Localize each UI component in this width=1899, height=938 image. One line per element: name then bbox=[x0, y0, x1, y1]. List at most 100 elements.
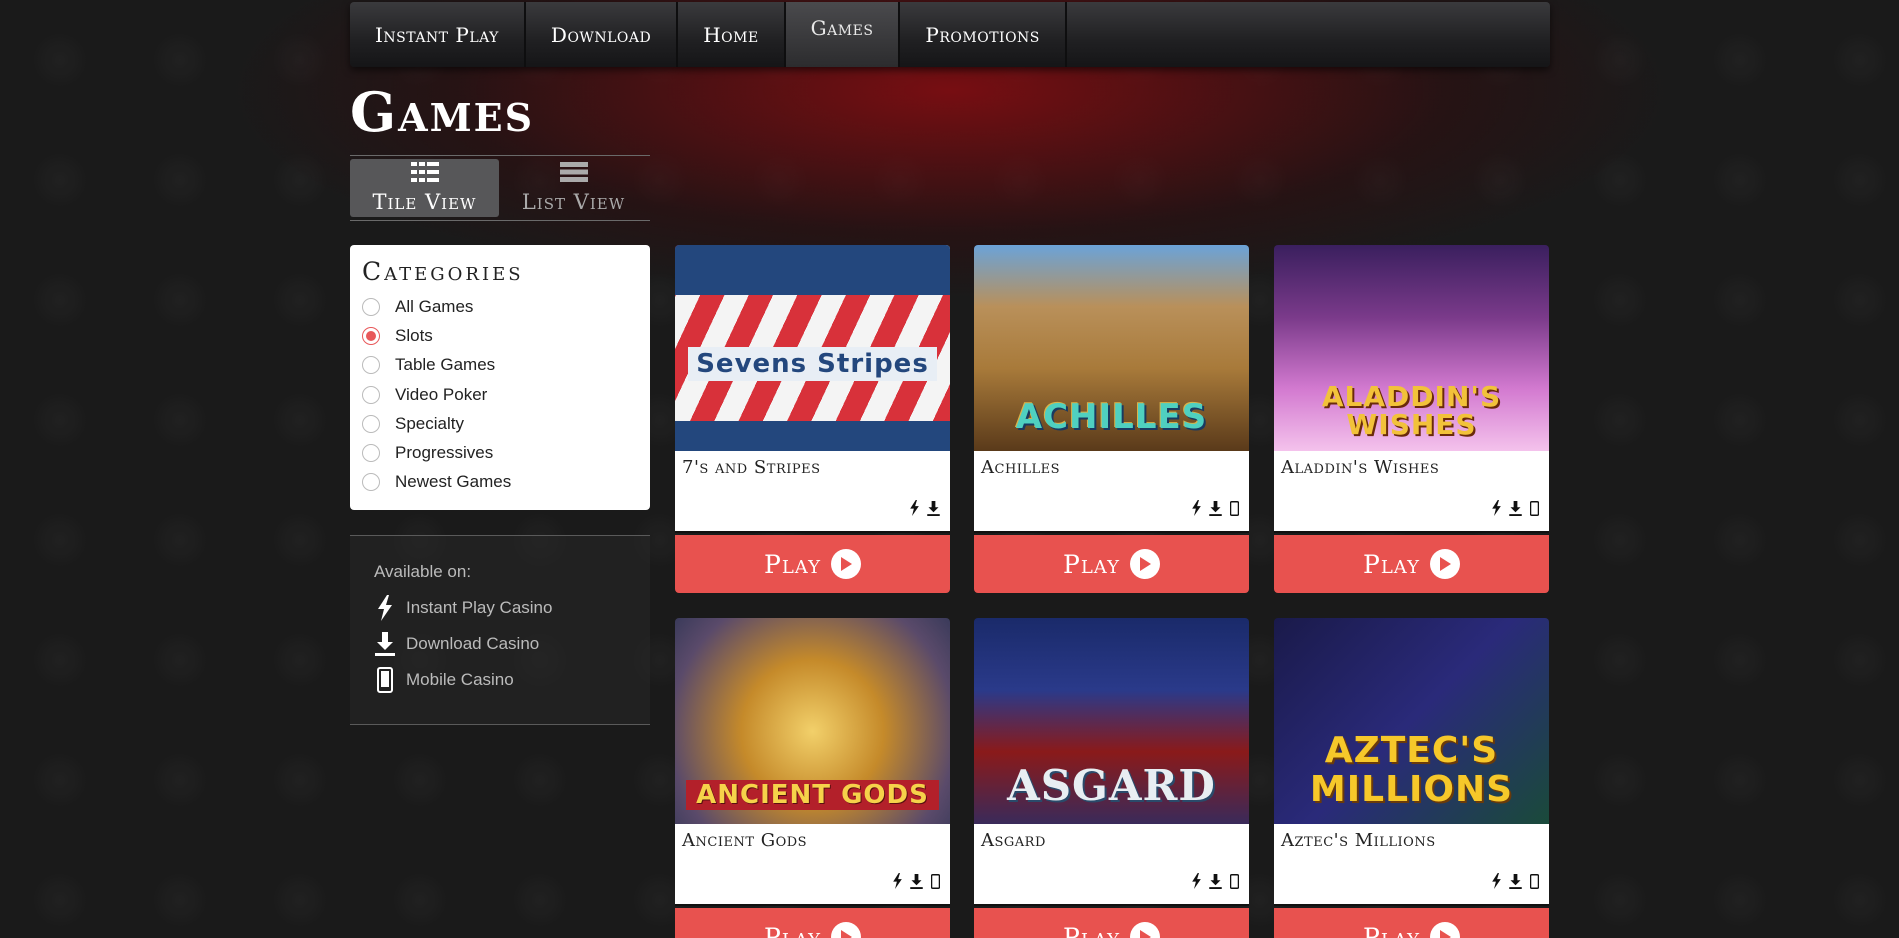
play-button[interactable]: Play bbox=[1274, 908, 1549, 938]
game-name: Ancient Gods bbox=[682, 830, 808, 851]
grid-icon bbox=[410, 162, 439, 187]
play-icon bbox=[1429, 922, 1460, 938]
download-icon bbox=[910, 873, 923, 894]
category-label: Table Games bbox=[395, 355, 496, 375]
category-label: All Games bbox=[395, 296, 474, 316]
game-info: 7's and Stripes bbox=[675, 451, 950, 533]
mobile-icon bbox=[930, 873, 941, 894]
game-name: 7's and Stripes bbox=[682, 457, 821, 478]
game-thumbnail[interactable]: Sevens Stripes bbox=[675, 245, 950, 451]
play-icon bbox=[830, 549, 861, 579]
play-button[interactable]: Play bbox=[974, 908, 1249, 938]
game-card-achilles[interactable]: ACHILLES Achilles Play bbox=[974, 245, 1249, 593]
game-platform-icons bbox=[1492, 873, 1540, 894]
game-art-title: ASGARD bbox=[1007, 761, 1216, 810]
category-option-all-games[interactable]: All Games bbox=[362, 292, 638, 321]
game-thumbnail[interactable]: ASGARD bbox=[974, 618, 1249, 824]
game-platform-icons bbox=[1192, 873, 1240, 894]
game-art-title: Sevens Stripes bbox=[688, 347, 937, 381]
game-card-7s-and-stripes[interactable]: Sevens Stripes 7's and Stripes Play bbox=[675, 245, 950, 593]
download-icon bbox=[1209, 873, 1222, 894]
list-icon bbox=[559, 162, 588, 187]
mobile-icon bbox=[1229, 500, 1240, 521]
game-card-aztecs-millions[interactable]: AZTEC'S MILLIONS Aztec's Millions Play bbox=[1274, 618, 1549, 938]
lightning-icon bbox=[1192, 500, 1201, 521]
mobile-icon bbox=[374, 667, 396, 693]
lightning-icon bbox=[374, 595, 396, 621]
game-info: Aztec's Millions bbox=[1274, 824, 1549, 906]
game-info: Asgard bbox=[974, 824, 1249, 906]
category-option-newest-games[interactable]: Newest Games bbox=[362, 468, 638, 497]
lightning-icon bbox=[893, 873, 902, 894]
play-icon bbox=[1429, 549, 1460, 579]
list-view-button[interactable]: List View bbox=[499, 159, 648, 217]
category-label: Newest Games bbox=[395, 472, 512, 492]
availability-label: Download Casino bbox=[406, 634, 540, 653]
download-icon bbox=[1509, 500, 1522, 521]
game-name: Aztec's Millions bbox=[1281, 830, 1436, 851]
category-radio[interactable] bbox=[362, 473, 380, 492]
category-label: Progressives bbox=[395, 443, 494, 463]
availability-download: Download Casino bbox=[374, 626, 626, 662]
view-toggle: Tile View List View bbox=[350, 155, 650, 221]
category-option-progressives[interactable]: Progressives bbox=[362, 438, 638, 467]
play-icon bbox=[1129, 922, 1160, 938]
lightning-icon bbox=[1492, 500, 1501, 521]
list-view-label: List View bbox=[521, 190, 626, 214]
mobile-icon bbox=[1529, 873, 1540, 894]
play-button[interactable]: Play bbox=[974, 535, 1249, 593]
play-button[interactable]: Play bbox=[1274, 535, 1549, 593]
category-radio[interactable] bbox=[362, 326, 380, 345]
category-option-table-games[interactable]: Table Games bbox=[362, 351, 638, 380]
game-card-asgard[interactable]: ASGARD Asgard Play bbox=[974, 618, 1249, 938]
play-button[interactable]: Play bbox=[675, 908, 950, 938]
tile-view-label: Tile View bbox=[372, 190, 477, 214]
nav-item-home[interactable]: Home bbox=[678, 2, 786, 67]
category-option-slots[interactable]: Slots bbox=[362, 321, 638, 350]
game-name: Asgard bbox=[981, 830, 1046, 851]
play-label: Play bbox=[764, 549, 821, 579]
categories-panel: Categories All Games Slots Table Games Vide… bbox=[350, 245, 650, 510]
availability-mobile: Mobile Casino bbox=[374, 662, 626, 698]
top-nav: Instant Play Download Home Games Promoti… bbox=[350, 2, 1550, 67]
play-label: Play bbox=[764, 922, 821, 938]
page-title: Games bbox=[350, 80, 535, 144]
play-button[interactable]: Play bbox=[675, 535, 950, 593]
play-label: Play bbox=[1063, 549, 1120, 579]
game-art-title: ALADDIN'S WISHES bbox=[1321, 380, 1502, 441]
play-icon bbox=[830, 922, 861, 938]
category-label: Video Poker bbox=[395, 384, 488, 404]
category-radio[interactable] bbox=[362, 414, 380, 433]
game-art-title: AZTEC'S MILLIONS bbox=[1309, 729, 1514, 811]
category-radio[interactable] bbox=[362, 356, 380, 375]
availability-instant-play: Instant Play Casino bbox=[374, 590, 626, 626]
nav-item-games[interactable]: Games bbox=[785, 2, 901, 67]
game-card-aladdins-wishes[interactable]: ALADDIN'S WISHES Aladdin's Wishes Play bbox=[1274, 245, 1549, 593]
game-platform-icons bbox=[1192, 500, 1240, 521]
mobile-icon bbox=[1529, 500, 1540, 521]
lightning-icon bbox=[910, 500, 919, 521]
nav-item-instant-play[interactable]: Instant Play bbox=[350, 2, 526, 67]
game-platform-icons bbox=[910, 500, 940, 521]
download-icon bbox=[374, 632, 396, 656]
game-thumbnail[interactable]: ANCIENT GODS bbox=[675, 618, 950, 824]
nav-item-download[interactable]: Download bbox=[526, 2, 679, 67]
category-radio[interactable] bbox=[362, 444, 380, 463]
availability-legend: Available on: Instant Play Casino Downlo… bbox=[350, 535, 650, 725]
nav-item-promotions[interactable]: Promotions bbox=[900, 2, 1067, 67]
game-info: Ancient Gods bbox=[675, 824, 950, 906]
category-radio[interactable] bbox=[362, 385, 380, 404]
game-thumbnail[interactable]: AZTEC'S MILLIONS bbox=[1274, 618, 1549, 824]
play-label: Play bbox=[1363, 549, 1420, 579]
game-thumbnail[interactable]: ALADDIN'S WISHES bbox=[1274, 245, 1549, 451]
category-radio[interactable] bbox=[362, 297, 380, 316]
category-option-video-poker[interactable]: Video Poker bbox=[362, 380, 638, 409]
category-label: Specialty bbox=[395, 413, 464, 433]
category-option-specialty[interactable]: Specialty bbox=[362, 409, 638, 438]
tile-view-button[interactable]: Tile View bbox=[350, 159, 499, 217]
game-card-ancient-gods[interactable]: ANCIENT GODS Ancient Gods Play bbox=[675, 618, 950, 938]
availability-label: Instant Play Casino bbox=[406, 598, 553, 617]
game-art-title: ACHILLES bbox=[1015, 397, 1208, 437]
game-thumbnail[interactable]: ACHILLES bbox=[974, 245, 1249, 451]
play-icon bbox=[1129, 549, 1160, 579]
